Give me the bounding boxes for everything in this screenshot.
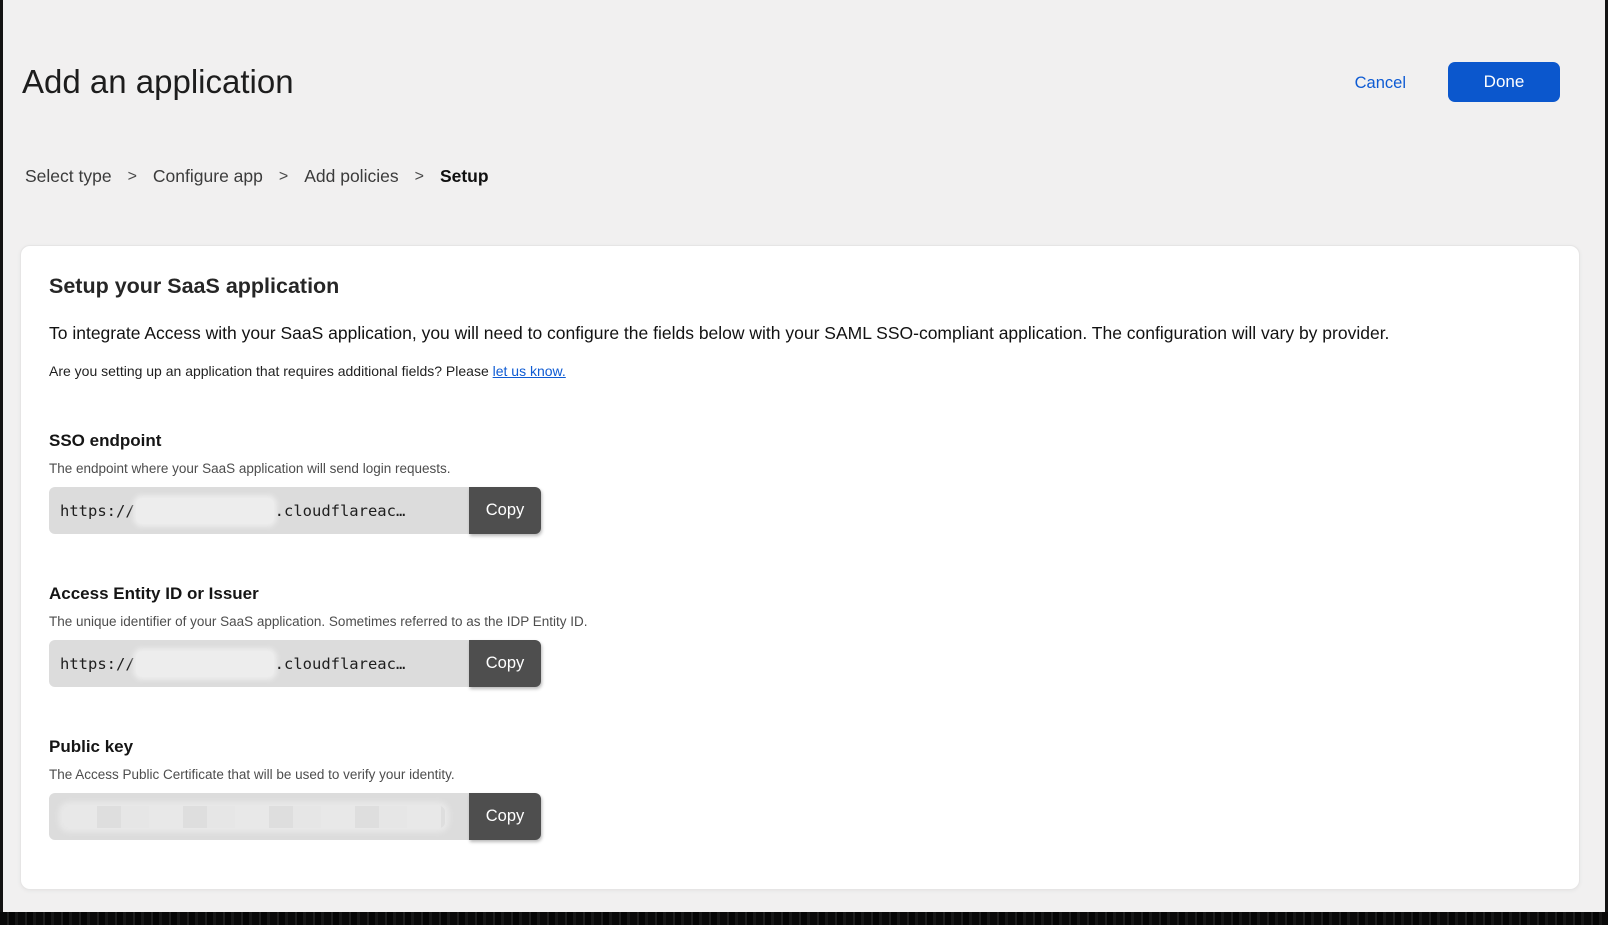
sso-endpoint-group: https:// .cloudflareac… Copy: [49, 487, 541, 534]
public-key-group: Copy: [49, 793, 541, 840]
entity-id-value-prefix: https://: [60, 655, 135, 673]
entity-id-value[interactable]: https:// .cloudflareac…: [49, 640, 469, 687]
page-title: Add an application: [22, 63, 294, 101]
sso-endpoint-description: The endpoint where your SaaS application…: [49, 460, 1549, 477]
let-us-know-link[interactable]: let us know.: [493, 363, 566, 379]
public-key-copy-button[interactable]: Copy: [469, 793, 541, 840]
sso-endpoint-value-suffix: .cloudflareac…: [275, 502, 406, 520]
breadcrumb: Select type > Configure app > Add polici…: [25, 166, 489, 187]
public-key-value[interactable]: [49, 793, 469, 840]
breadcrumb-step-configure-app[interactable]: Configure app: [153, 166, 263, 187]
breadcrumb-separator: >: [279, 168, 288, 186]
breadcrumb-step-add-policies[interactable]: Add policies: [304, 166, 398, 187]
sso-endpoint-redacted-text: [136, 498, 274, 524]
entity-id-copy-button[interactable]: Copy: [469, 640, 541, 687]
note-text: Are you setting up an application that r…: [49, 363, 493, 379]
sso-endpoint-copy-button[interactable]: Copy: [469, 487, 541, 534]
screenshot-left-edge: [0, 0, 3, 925]
cancel-button[interactable]: Cancel: [1355, 74, 1406, 93]
sso-endpoint-label: SSO endpoint: [49, 429, 1549, 453]
public-key-redacted-text: [63, 806, 445, 828]
public-key-description: The Access Public Certificate that will …: [49, 766, 1549, 783]
public-key-label: Public key: [49, 735, 1549, 759]
done-button[interactable]: Done: [1448, 62, 1560, 102]
card-intro-text: To integrate Access with your SaaS appli…: [49, 321, 1549, 345]
entity-id-description: The unique identifier of your SaaS appli…: [49, 613, 1549, 630]
breadcrumb-separator: >: [415, 168, 424, 186]
entity-id-redacted-text: [136, 651, 274, 677]
card-note: Are you setting up an application that r…: [49, 362, 1549, 381]
entity-id-value-suffix: .cloudflareac…: [275, 655, 406, 673]
breadcrumb-separator: >: [128, 168, 137, 186]
entity-id-label: Access Entity ID or Issuer: [49, 582, 1549, 606]
sso-endpoint-value-prefix: https://: [60, 502, 135, 520]
breadcrumb-step-select-type[interactable]: Select type: [25, 166, 112, 187]
card-heading: Setup your SaaS application: [49, 273, 1549, 299]
breadcrumb-step-setup: Setup: [440, 166, 489, 187]
entity-id-group: https:// .cloudflareac… Copy: [49, 640, 541, 687]
redacted-bottom-bar: [0, 912, 1608, 925]
sso-endpoint-value[interactable]: https:// .cloudflareac…: [49, 487, 469, 534]
setup-card: Setup your SaaS application To integrate…: [20, 245, 1580, 890]
